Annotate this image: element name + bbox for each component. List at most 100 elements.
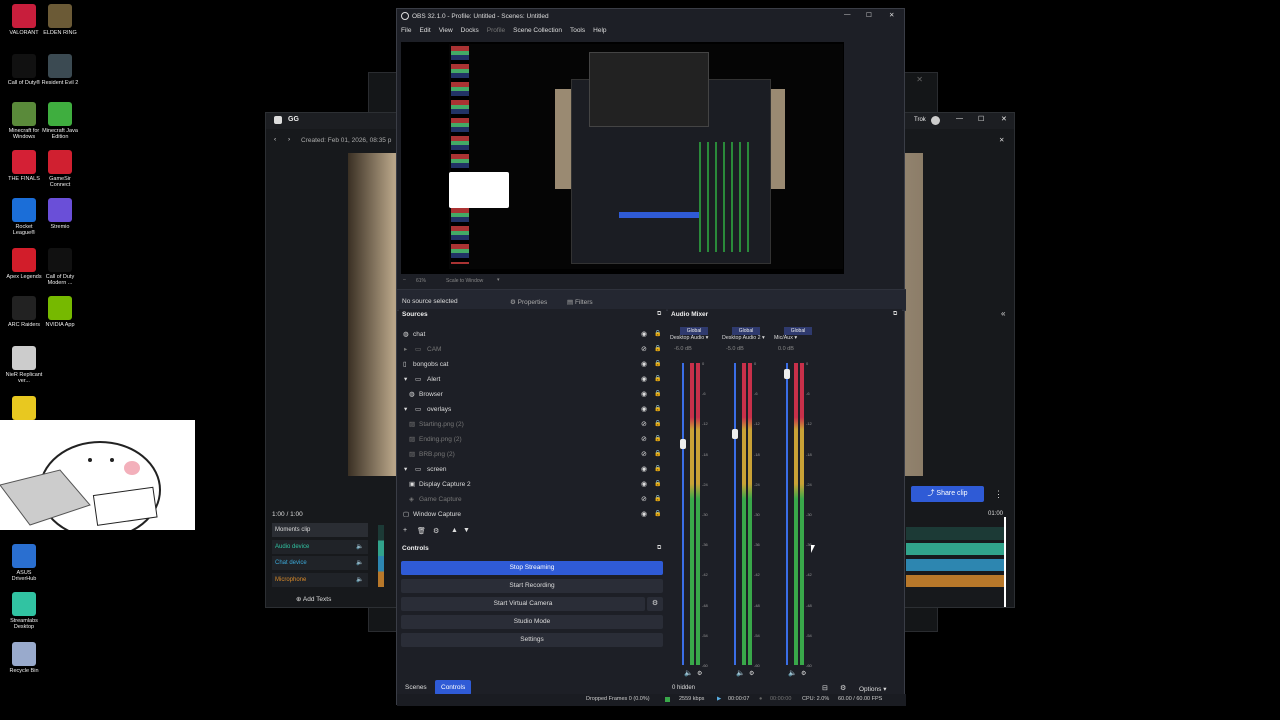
mute-speaker-icon[interactable]: 🔈 bbox=[684, 669, 693, 677]
source-row[interactable]: ▨ Starting.png (2) ⊘ 🔒 bbox=[399, 417, 666, 432]
share-clip-button[interactable]: ⤴ Share clip bbox=[911, 486, 984, 502]
visibility-eye-icon[interactable]: ◉ bbox=[641, 480, 647, 488]
channel-name-button[interactable]: Desktop Audio 2 ▾ bbox=[722, 335, 765, 341]
start-recording-button[interactable]: Start Recording bbox=[401, 579, 663, 593]
lock-icon[interactable]: 🔒 bbox=[654, 345, 661, 352]
obs-preview[interactable] bbox=[401, 42, 844, 274]
source-row[interactable]: ▨ BRB.png (2) ⊘ 🔒 bbox=[399, 447, 666, 462]
preview-zoom[interactable]: 61% bbox=[416, 278, 426, 284]
expand-icon[interactable]: ▾ bbox=[404, 405, 407, 413]
move-down-icon[interactable]: ▼ bbox=[463, 527, 470, 534]
expand-icon[interactable]: ▸ bbox=[404, 345, 407, 353]
fader-knob[interactable] bbox=[732, 429, 738, 440]
timeline-left-track-1[interactable] bbox=[378, 525, 384, 587]
source-row[interactable]: ▾ ▭ screen ◉ 🔒 bbox=[399, 462, 666, 477]
chevron-down-icon[interactable]: ▾ bbox=[704, 335, 709, 341]
source-row[interactable]: ▯ bongobs cat ◉ 🔒 bbox=[399, 357, 666, 372]
tab-controls[interactable]: Controls bbox=[435, 680, 472, 695]
maximize-icon[interactable]: ☐ bbox=[978, 115, 984, 123]
desktop-icon[interactable]: Minecraft for Windows bbox=[4, 102, 44, 140]
desktop-icon[interactable]: Call of Duty® bbox=[4, 54, 44, 86]
channel-config-icon[interactable]: ⚙ bbox=[749, 670, 754, 677]
timeline-track-4[interactable] bbox=[906, 575, 1006, 587]
expand-icon[interactable]: ▾ bbox=[404, 465, 407, 473]
remove-source-icon[interactable]: 🗑 bbox=[417, 527, 426, 535]
source-row[interactable]: ◍ Browser ◉ 🔒 bbox=[399, 387, 666, 402]
close-icon[interactable]: ✕ bbox=[916, 75, 923, 84]
visibility-eye-icon[interactable]: ◉ bbox=[641, 360, 647, 368]
desktop-icon[interactable]: NVIDIA App bbox=[40, 296, 80, 328]
maximize-icon[interactable]: ☐ bbox=[866, 11, 872, 19]
timeline-track-3[interactable] bbox=[906, 559, 1006, 571]
channel-config-icon[interactable]: ⚙ bbox=[801, 670, 806, 677]
lock-icon[interactable]: 🔒 bbox=[654, 495, 661, 502]
volume-icon[interactable]: 🔈 bbox=[356, 543, 363, 550]
lock-icon[interactable]: 🔒 bbox=[654, 435, 661, 442]
lock-icon[interactable]: 🔒 bbox=[654, 480, 661, 487]
move-up-icon[interactable]: ▲ bbox=[451, 527, 458, 534]
visibility-eye-icon[interactable]: ◉ bbox=[641, 390, 647, 398]
visibility-eye-icon[interactable]: ◉ bbox=[641, 510, 647, 518]
desktop-icon[interactable]: Stremio bbox=[40, 198, 80, 230]
menu-item[interactable]: Docks bbox=[457, 24, 483, 37]
close-icon[interactable]: ✕ bbox=[889, 11, 894, 19]
fader-knob[interactable] bbox=[680, 438, 686, 449]
source-row[interactable]: ▾ ▭ overlays ◉ 🔒 bbox=[399, 402, 666, 417]
source-row[interactable]: ▣ Display Capture 2 ◉ 🔒 bbox=[399, 477, 666, 492]
volume-fader[interactable] bbox=[734, 363, 736, 665]
desktop-icon[interactable]: THE FINALS bbox=[4, 150, 44, 182]
menu-item[interactable]: View bbox=[435, 24, 457, 37]
desktop-icon[interactable]: Streamlabs Desktop bbox=[4, 592, 44, 630]
timeline-track-1[interactable] bbox=[906, 527, 1006, 540]
track-row[interactable]: Chat device 🔈 bbox=[272, 556, 368, 570]
mixer-options-button[interactable]: Options ▾ bbox=[859, 685, 886, 693]
lock-icon[interactable]: 🔒 bbox=[654, 405, 661, 412]
desktop-icon[interactable]: Apex Legends bbox=[4, 248, 44, 280]
menu-item[interactable]: Tools bbox=[566, 24, 589, 37]
visibility-eye-icon[interactable]: ◉ bbox=[641, 375, 647, 383]
filters-button[interactable]: ▤ Filters bbox=[567, 298, 593, 306]
desktop-icon[interactable]: VALORANT bbox=[4, 4, 44, 36]
desktop-icon[interactable]: Call of Duty Modern ... bbox=[40, 248, 80, 286]
desktop-icon[interactable]: Rocket League® bbox=[4, 198, 44, 236]
preview-scale[interactable]: Scale to Window bbox=[446, 278, 483, 284]
menu-item[interactable]: File bbox=[397, 24, 415, 37]
source-row[interactable]: ▾ ▭ Alert ◉ 🔒 bbox=[399, 372, 666, 387]
source-row[interactable]: ▢ Window Capture ◉ 🔒 bbox=[399, 507, 666, 522]
desktop-icon[interactable]: NieR Replicant ver... bbox=[4, 346, 44, 384]
chevron-down-icon[interactable]: ▾ bbox=[793, 335, 797, 341]
lock-icon[interactable]: 🔒 bbox=[654, 420, 661, 427]
undock-icon[interactable]: ⧉ bbox=[657, 311, 661, 318]
lock-icon[interactable]: 🔒 bbox=[654, 465, 661, 472]
chevron-down-icon[interactable]: ▾ bbox=[497, 277, 500, 283]
desktop-icon[interactable]: ARC Raiders bbox=[4, 296, 44, 328]
undock-icon[interactable]: ⧉ bbox=[893, 311, 897, 318]
add-texts-button[interactable]: ⊕ Add Texts bbox=[296, 595, 331, 603]
track-row[interactable]: Audio device 🔈 bbox=[272, 539, 368, 554]
desktop-icon[interactable]: ASUS DriverHub bbox=[4, 544, 44, 582]
minimize-icon[interactable]: — bbox=[844, 11, 851, 18]
source-row[interactable]: ◍ chat ◉ 🔒 bbox=[399, 327, 666, 342]
lock-icon[interactable]: 🔒 bbox=[654, 390, 661, 397]
visibility-eye-icon[interactable]: ◉ bbox=[641, 405, 647, 413]
volume-icon[interactable]: 🔈 bbox=[356, 576, 363, 583]
menu-item[interactable]: Help bbox=[589, 24, 610, 37]
back-arrow-icon[interactable]: ‹ bbox=[274, 136, 276, 143]
mute-speaker-icon[interactable]: 🔈 bbox=[736, 669, 745, 677]
desktop-icon[interactable]: GameSir Connect bbox=[40, 150, 80, 188]
mute-speaker-icon[interactable]: 🔈 bbox=[788, 669, 797, 677]
volume-icon[interactable]: 🔈 bbox=[356, 559, 363, 566]
desktop-icon[interactable]: ELDEN RING bbox=[40, 4, 80, 36]
channel-name-button[interactable]: Mic/Aux ▾ bbox=[774, 335, 797, 341]
source-settings-icon[interactable]: ⚙ bbox=[433, 527, 439, 535]
properties-button[interactable]: ⚙ Properties bbox=[510, 298, 547, 306]
volume-fader[interactable] bbox=[786, 363, 788, 665]
channel-config-icon[interactable]: ⚙ bbox=[697, 670, 702, 677]
close-icon[interactable]: ✕ bbox=[999, 136, 1004, 144]
visibility-eye-icon[interactable]: ◉ bbox=[641, 330, 647, 338]
lock-icon[interactable]: 🔒 bbox=[654, 330, 661, 337]
desktop-icon[interactable]: Resident Evil 2 bbox=[40, 54, 80, 86]
lock-icon[interactable]: 🔒 bbox=[654, 510, 661, 517]
desktop-icon[interactable]: Recycle Bin bbox=[4, 642, 44, 674]
minimize-icon[interactable]: — bbox=[956, 115, 963, 122]
